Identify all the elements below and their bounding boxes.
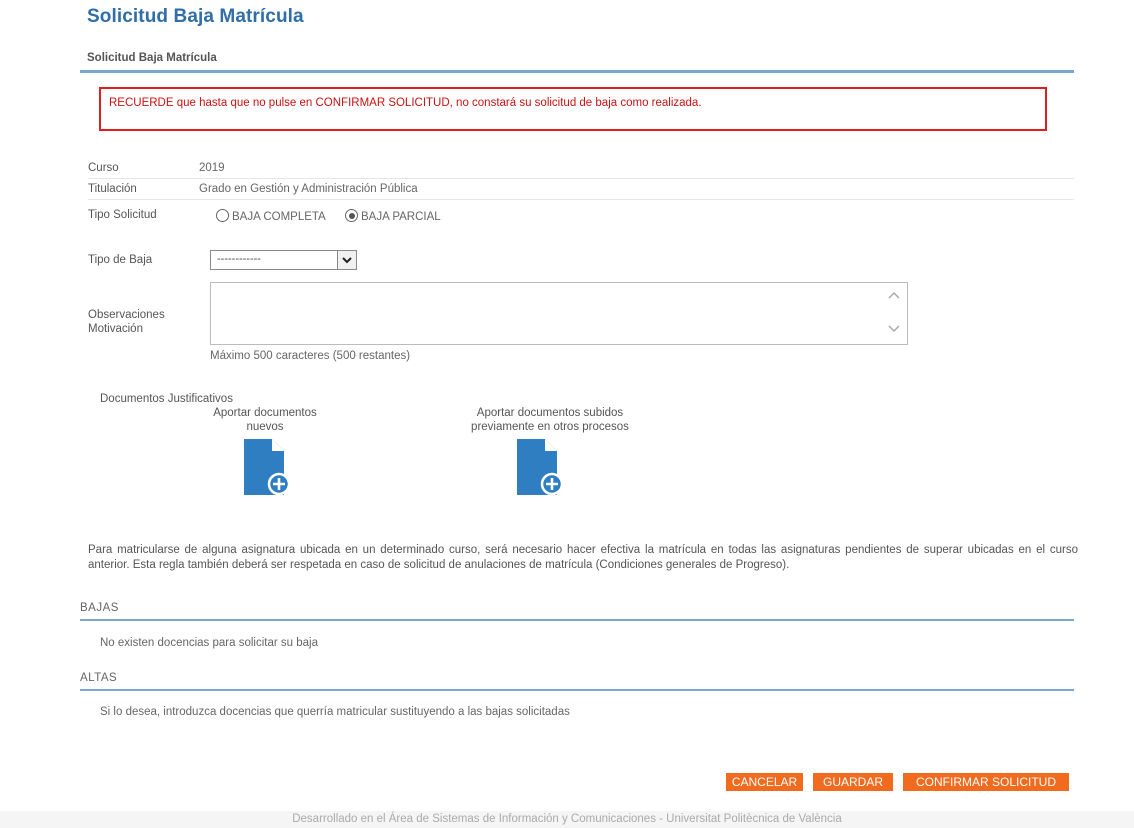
section-header: Solicitud Baja Matrícula [80,50,1074,73]
scroll-up-icon[interactable] [887,289,901,303]
cancel-button[interactable]: CANCELAR [726,773,803,791]
curso-label: Curso [88,162,119,174]
titulacion-label: Titulación [88,183,137,195]
footer: Desarrollado en el Área de Sistemas de I… [0,811,1134,828]
section-title: Solicitud Baja Matrícula [87,52,217,64]
document-add-icon[interactable] [244,439,330,498]
observaciones-label-line1: Observaciones [88,309,165,321]
altas-header: ALTAS [80,672,1074,691]
chevron-down-icon[interactable] [337,251,356,269]
documents-title: Documentos Justificativos [100,393,233,405]
save-button[interactable]: GUARDAR [813,773,893,791]
upload-new-label-line2: nuevos [246,421,284,433]
observaciones-label: Observaciones Motivación [88,308,165,336]
upload-new-documents[interactable]: Aportar documentos nuevos [200,406,330,498]
bajas-text: No existen docencias para solicitar su b… [100,637,318,649]
upload-previous-label-line2: previamente en otros procesos [471,421,629,433]
bajas-title: BAJAS [80,602,119,614]
select-value: ------------ [217,253,261,265]
titulacion-value: Grado en Gestión y Administración Públic… [199,183,418,195]
radio-label: BAJA PARCIAL [361,211,441,223]
row-curso: Curso 2019 [88,160,1074,179]
altas-text: Si lo desea, introduzca docencias que qu… [100,706,570,718]
radio-selected-icon[interactable] [345,209,358,222]
char-counter: Máximo 500 caracteres (500 restantes) [210,350,411,362]
row-titulacion: Titulación Grado en Gestión y Administra… [88,181,1074,200]
document-add-icon[interactable] [517,439,650,498]
confirm-request-button[interactable]: CONFIRMAR SOLICITUD [903,773,1069,791]
radio-baja-parcial[interactable]: BAJA PARCIAL [345,209,441,223]
altas-title: ALTAS [80,672,118,684]
tipo-baja-select[interactable]: ------------ [210,250,357,270]
alert-text: RECUERDE que hasta que no pulse en CONFI… [109,97,702,109]
bajas-header: BAJAS [80,602,1074,621]
upload-previous-documents[interactable]: Aportar documentos subidos previamente e… [450,406,650,498]
page-title: Solicitud Baja Matrícula [87,6,304,27]
observaciones-textarea[interactable] [210,282,908,345]
radio-label: BAJA COMPLETA [232,211,326,223]
alert-box: RECUERDE que hasta que no pulse en CONFI… [99,87,1047,131]
upload-new-label-line1: Aportar documentos [213,407,317,419]
upload-previous-label[interactable]: Aportar documentos subidos previamente e… [450,406,650,434]
row-tipo-solicitud: Tipo Solicitud BAJA COMPLETA BAJA PARCIA… [88,207,688,227]
observaciones-label-line2: Motivación [88,323,143,335]
upload-previous-label-line1: Aportar documentos subidos [476,407,624,419]
footer-text: Desarrollado en el Área de Sistemas de I… [292,813,842,825]
curso-value: 2019 [199,162,225,174]
scroll-down-icon[interactable] [887,323,901,337]
radio-baja-completa[interactable]: BAJA COMPLETA [216,209,326,223]
progress-rules-note: Para matricularse de alguna asignatura u… [88,544,1078,571]
tipo-solicitud-label: Tipo Solicitud [88,209,157,221]
upload-new-label[interactable]: Aportar documentos nuevos [200,406,330,434]
tipo-baja-label: Tipo de Baja [88,254,153,266]
radio-icon[interactable] [216,209,229,222]
